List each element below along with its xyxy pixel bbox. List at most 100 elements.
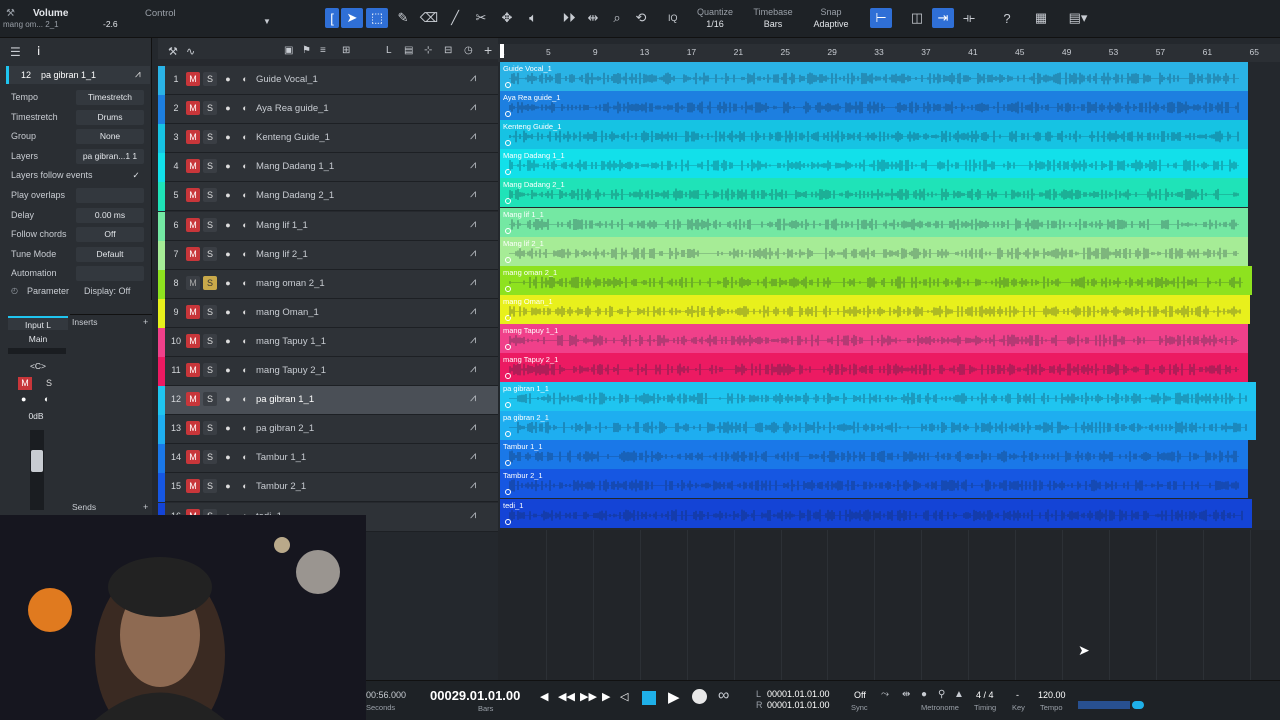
track-mute-button[interactable]: M — [186, 130, 200, 145]
mixer-mute-button[interactable]: M — [18, 377, 32, 390]
track-record-icon[interactable]: ● — [221, 188, 235, 202]
add-insert-icon[interactable]: + — [143, 317, 148, 327]
track-header[interactable]: 7 M S ● ◐ Mang lif 2_1 ⩘ — [158, 240, 498, 270]
track-waveform-icon[interactable]: ⩘ — [470, 130, 476, 143]
inspector-row-value[interactable] — [76, 266, 144, 282]
song-start-marker[interactable] — [500, 44, 504, 58]
output-toggle[interactable] — [1132, 701, 1144, 709]
info-icon[interactable]: ⅰ — [37, 44, 40, 58]
play-button[interactable]: ▶ — [668, 688, 680, 706]
pan-value[interactable]: <C> — [8, 361, 68, 371]
track-monitor-icon[interactable]: ◐ — [238, 218, 252, 232]
inspector-row[interactable]: Timestretch Drums — [0, 108, 152, 127]
mixer-solo-button[interactable]: S — [42, 377, 56, 390]
inspector-row[interactable]: Group None — [0, 127, 152, 146]
metronome-icon[interactable]: ⚲ — [938, 689, 945, 700]
inspector-row-value[interactable]: Off — [76, 227, 144, 243]
range-tool-icon[interactable]: ⬚ — [366, 8, 388, 28]
track-monitor-icon[interactable]: ◐ — [238, 101, 252, 115]
inspector-row[interactable]: Automation — [0, 264, 152, 283]
track-header[interactable]: 8 M S ● ◐ mang oman 2_1 ⩘ — [158, 269, 498, 299]
loop-tool-icon[interactable]: ⟲ — [630, 8, 652, 28]
grid-icon[interactable]: ⊞ — [342, 45, 350, 56]
menu-icon[interactable]: ☰ — [10, 45, 21, 59]
audio-clip[interactable]: Mang lif 2_1 — [500, 236, 1248, 266]
track-solo-button[interactable]: S — [203, 333, 217, 348]
film-icon[interactable]: ▦ — [1030, 8, 1052, 28]
mixer-record-icon[interactable]: ● — [21, 394, 26, 404]
clock-icon[interactable]: ◷ — [464, 45, 473, 56]
track-mute-button[interactable]: M — [186, 392, 200, 407]
track-monitor-icon[interactable]: ◐ — [238, 421, 252, 435]
track-monitor-icon[interactable]: ◐ — [238, 159, 252, 173]
inspector-row[interactable]: Tune Mode Default — [0, 245, 152, 264]
track-mute-button[interactable]: M — [186, 217, 200, 232]
track-waveform-icon[interactable]: ⩘ — [470, 101, 476, 114]
track-record-icon[interactable]: ● — [221, 101, 235, 115]
audio-clip[interactable]: mang oman 2_1 — [500, 265, 1252, 295]
track-mute-button[interactable]: M — [186, 450, 200, 465]
snap-toggle-icon[interactable]: ⊢ — [870, 8, 892, 28]
autoscroll-icon[interactable]: ⇥ — [932, 8, 954, 28]
track-solo-button[interactable]: S — [203, 363, 217, 377]
track-solo-button[interactable]: S — [203, 130, 217, 145]
empty-arrangement-area[interactable] — [498, 530, 1280, 680]
track-record-icon[interactable]: ● — [221, 276, 235, 290]
loop-end[interactable]: 00001.01.01.00 — [767, 700, 830, 710]
track-solo-button[interactable]: S — [203, 101, 217, 116]
track-mute-button[interactable]: M — [186, 304, 200, 319]
inspector-row[interactable]: Follow chords Off — [0, 225, 152, 244]
track-monitor-icon[interactable]: ◐ — [238, 479, 252, 493]
pan-track[interactable] — [8, 348, 66, 354]
add-track-icon[interactable]: + — [484, 42, 492, 58]
track-solo-button[interactable]: S — [203, 275, 217, 290]
eraser-tool-icon[interactable]: ⌫ — [418, 8, 440, 28]
track-record-icon[interactable]: ● — [221, 159, 235, 173]
track-header[interactable]: 14 M S ● ◐ Tambur 1_1 ⩘ — [158, 444, 498, 474]
paint-tool-icon[interactable]: ╱ — [444, 8, 466, 28]
track-record-icon[interactable]: ● — [221, 72, 235, 86]
track-header[interactable]: 11 M S ● ◐ mang Tapuy 2_1 ⩘ — [158, 357, 498, 386]
track-waveform-icon[interactable]: ⩘ — [470, 450, 476, 463]
track-mute-button[interactable]: M — [186, 101, 200, 116]
track-mute-button[interactable]: M — [186, 421, 200, 436]
track-mute-button[interactable]: M — [186, 479, 200, 494]
inserts-label[interactable]: Inserts — [72, 317, 98, 327]
track-record-icon[interactable]: ● — [221, 363, 235, 377]
track-waveform-icon[interactable]: ⩘ — [470, 72, 476, 85]
sync-value[interactable]: Off — [854, 690, 866, 700]
skip-back-icon[interactable]: ◁ — [620, 690, 628, 703]
track-monitor-icon[interactable]: ◐ — [238, 334, 252, 348]
input-selector[interactable]: Input L — [8, 316, 68, 330]
track-monitor-icon[interactable]: ◐ — [238, 188, 252, 202]
track-waveform-icon[interactable]: ⩘ — [470, 188, 476, 201]
audio-clip[interactable]: tedi_1 — [500, 498, 1252, 528]
track-record-icon[interactable]: ● — [221, 450, 235, 464]
tools-icon[interactable]: ⚒ — [6, 8, 15, 19]
cursor-follow-icon[interactable]: ⟛ — [958, 8, 980, 28]
wrench-icon[interactable]: ⚒ — [168, 45, 178, 58]
audio-clip[interactable]: Mang Dadang 1_1 — [500, 149, 1248, 179]
inspector-row-value[interactable] — [76, 188, 144, 203]
mixer-monitor-icon[interactable]: ◐ — [44, 394, 49, 404]
audio-clip[interactable]: Kenteng Guide_1 — [500, 120, 1248, 150]
track-mute-button[interactable]: M — [186, 275, 200, 290]
track-record-icon[interactable]: ● — [221, 334, 235, 348]
track-monitor-icon[interactable]: ◐ — [238, 450, 252, 464]
track-header[interactable]: 4 M S ● ◐ Mang Dadang 1_1 ⩘ — [158, 153, 498, 183]
track-waveform-icon[interactable]: ⩘ — [470, 276, 476, 289]
timeline-ruler[interactable]: 1591317212529333741454953576165 — [498, 44, 1280, 62]
track-monitor-icon[interactable]: ◐ — [238, 72, 252, 86]
timing-value[interactable]: 4 / 4 — [976, 690, 994, 700]
tempo-value[interactable]: 120.00 — [1038, 690, 1066, 700]
track-waveform-icon[interactable]: ⩘ — [470, 218, 476, 231]
record-button[interactable] — [692, 689, 707, 704]
flag-icon[interactable]: ⚑ — [302, 45, 311, 56]
track-record-icon[interactable]: ● — [221, 218, 235, 232]
end-icon[interactable]: ▶ — [602, 690, 610, 703]
punch-icon[interactable]: ⇹ — [902, 689, 910, 700]
inspector-row-value[interactable]: 0.00 ms — [76, 207, 144, 223]
inspector-row-value[interactable]: Timestretch — [76, 90, 144, 105]
audio-clip[interactable]: Guide Vocal_1 — [500, 62, 1248, 91]
audio-clip[interactable]: pa gibran 2_1 — [500, 411, 1256, 441]
